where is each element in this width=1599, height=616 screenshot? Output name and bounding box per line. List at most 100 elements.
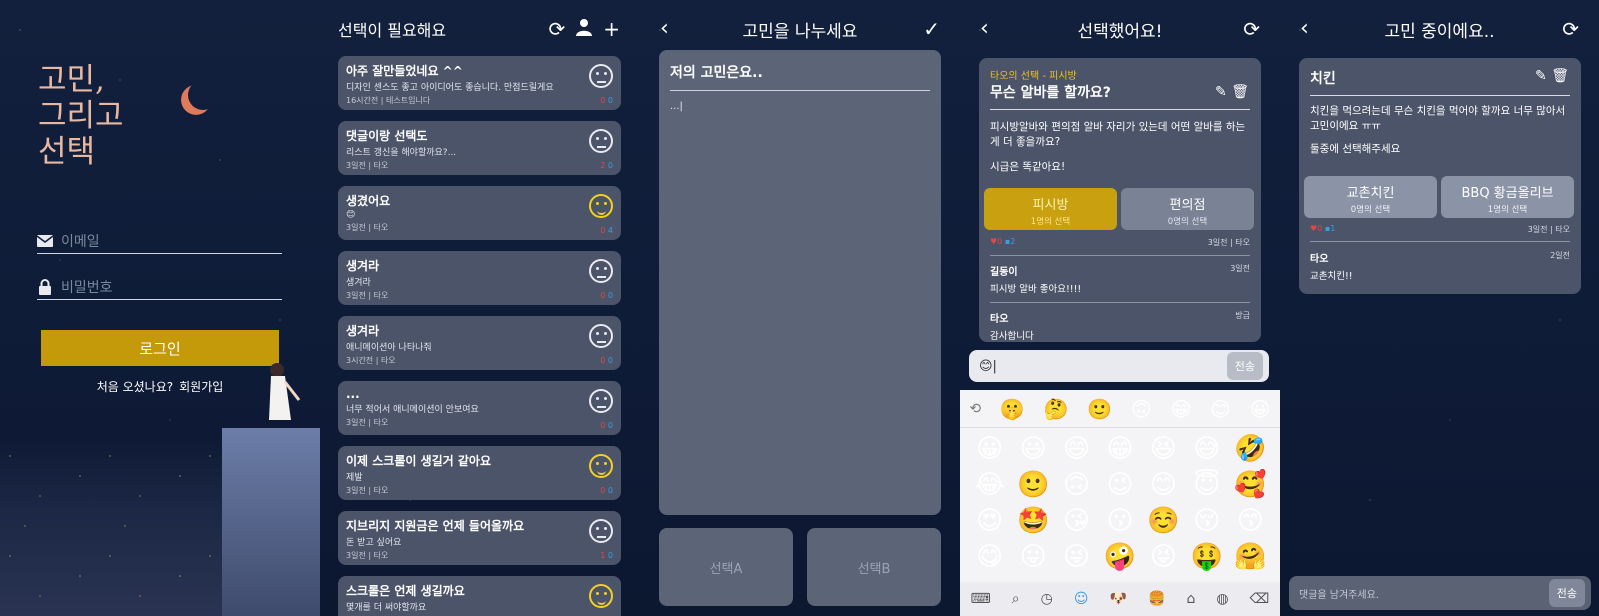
- emoji-key[interactable]: 😚: [1185, 506, 1228, 538]
- edit-icon[interactable]: ✎: [1215, 84, 1227, 100]
- option-b-button[interactable]: 편의점 0명의 선택: [1121, 188, 1254, 230]
- comment-placeholder[interactable]: 댓글을 남겨주세요.: [1299, 586, 1549, 601]
- list-item[interactable]: 생겼어요 😊 3일전 | 타오 0 4: [338, 186, 621, 240]
- comment-input-value[interactable]: 😊|: [979, 359, 1227, 374]
- confirm-icon[interactable]: ✓: [923, 18, 940, 40]
- dislike-count: 1: [600, 551, 606, 560]
- post-body-line: 둘중에 선택해주세요: [1310, 143, 1401, 155]
- item-meta: 3일전 | 타오: [346, 486, 389, 495]
- emoji-key[interactable]: 😀: [1250, 397, 1271, 421]
- send-button[interactable]: 전송: [1548, 579, 1585, 607]
- item-snippet: 생겨라: [346, 278, 371, 288]
- animal-category-icon[interactable]: 🐶: [1110, 591, 1127, 607]
- refresh-icon[interactable]: ⟳: [548, 18, 565, 40]
- dislike-count[interactable]: ♥0: [990, 237, 1002, 246]
- back-icon[interactable]: ‹: [660, 18, 669, 40]
- smiley-category-icon[interactable]: ☺: [1074, 591, 1089, 607]
- like-count[interactable]: ▪1: [1325, 224, 1336, 233]
- add-icon[interactable]: +: [603, 18, 620, 40]
- food-category-icon[interactable]: 🍔: [1148, 591, 1165, 607]
- choice-a-input[interactable]: 선택A: [659, 528, 793, 606]
- emoji-key[interactable]: 🙃: [1131, 397, 1152, 421]
- emoji-key[interactable]: 😂: [968, 470, 1011, 502]
- recent-icon[interactable]: ◷: [1041, 591, 1053, 607]
- choice-b-input[interactable]: 선택B: [807, 528, 941, 606]
- emoji-key[interactable]: 😘: [1055, 506, 1098, 538]
- post-editor[interactable]: 저의 고민은요.. ...|: [659, 50, 941, 515]
- post-body: 치킨을 먹으려는데 무슨 치킨을 먹어야 할까요 너무 많아서 고민이에요 ㅠㅠ…: [1310, 104, 1570, 157]
- list-item[interactable]: 이제 스크롤이 생길거 같아요 제발 3일전 | 타오 0 0: [338, 446, 621, 500]
- list-item[interactable]: 생겨라 애니메이션아 나타나줘 3시간전 | 타오 0 0: [338, 316, 621, 370]
- title-input[interactable]: 저의 고민은요..: [670, 62, 930, 91]
- delete-icon[interactable]: 🗑: [1231, 84, 1249, 100]
- edit-icon[interactable]: ✎: [1535, 68, 1547, 84]
- like-count[interactable]: ▪2: [1005, 237, 1016, 246]
- list-item[interactable]: 생겨라 생겨라 3일전 | 타오 0 0: [338, 251, 621, 305]
- home-category-icon[interactable]: ⌂: [1186, 591, 1195, 607]
- search-icon[interactable]: ⌕: [1012, 591, 1020, 607]
- password-field[interactable]: 비밀번호: [37, 274, 282, 300]
- emoji-key[interactable]: 😙: [1229, 506, 1272, 538]
- list-item[interactable]: 아주 잘만들었네요 ^^ 디자인 센스도 좋고 아이디어도 좋습니다. 만점드릴게…: [338, 56, 621, 110]
- login-button[interactable]: 로그인: [41, 330, 279, 366]
- emoji-key[interactable]: 🤔: [1044, 397, 1069, 421]
- email-field[interactable]: 이메일: [37, 228, 282, 254]
- emoji-key[interactable]: 🙃: [1055, 470, 1098, 502]
- list-item[interactable]: 지브리지 지원금은 언제 들어올까요 돈 받고 싶어요 3일전 | 타오 1 0: [338, 511, 621, 565]
- emoji-key[interactable]: 😅: [1185, 434, 1228, 466]
- option-a-button[interactable]: 교촌치킨 0명의 선택: [1304, 176, 1437, 218]
- refresh-icon[interactable]: ⟳: [1243, 18, 1260, 40]
- emoji-key[interactable]: ☺️: [1142, 506, 1185, 538]
- emoji-key[interactable]: 🤗: [1229, 542, 1272, 574]
- emoji-key[interactable]: 🙂: [1087, 397, 1112, 421]
- content-input[interactable]: ...|: [670, 101, 930, 112]
- signup-link[interactable]: 회원가입: [179, 380, 223, 394]
- emoji-key[interactable]: 😃: [1011, 434, 1054, 466]
- emoji-key[interactable]: 😝: [1142, 542, 1185, 574]
- comment-input[interactable]: 댓글을 남겨주세요. 전송: [1289, 576, 1591, 610]
- emoji-key[interactable]: 🤫: [1000, 397, 1025, 421]
- send-button[interactable]: 전송: [1226, 352, 1263, 380]
- back-icon[interactable]: ‹: [1300, 18, 1309, 40]
- emoji-key[interactable]: 😋: [968, 542, 1011, 574]
- like-count: 0: [607, 356, 613, 365]
- emoji-key[interactable]: 🤣: [1229, 434, 1272, 466]
- list-item[interactable]: 댓글이랑 선택도 리스트 갱신을 해야할까요?... 3일전 | 타오 2 0: [338, 121, 621, 175]
- emoji-key[interactable]: 😉: [1098, 470, 1141, 502]
- emoji-key[interactable]: 😊: [1210, 397, 1231, 421]
- delete-icon[interactable]: 🗑: [1551, 68, 1569, 84]
- backspace-icon[interactable]: ⌫: [1250, 591, 1270, 607]
- emoji-key[interactable]: 🙂: [1011, 470, 1054, 502]
- emoji-key[interactable]: 😜: [1055, 542, 1098, 574]
- emoji-key[interactable]: 😆: [1142, 434, 1185, 466]
- emoji-key[interactable]: 🤑: [1185, 542, 1228, 574]
- item-meta: 3일전 | 타오: [346, 223, 389, 232]
- option-b-button[interactable]: BBQ 황금올리브 1명의 선택: [1441, 176, 1574, 218]
- emoji-key[interactable]: 😛: [1011, 542, 1054, 574]
- emoji-key[interactable]: 😊: [1142, 470, 1185, 502]
- emoji-key[interactable]: 😍: [968, 506, 1011, 538]
- refresh-icon[interactable]: ⟳: [1562, 18, 1579, 40]
- emoji-key[interactable]: 🥰: [1229, 470, 1272, 502]
- emoji-key[interactable]: 😇: [1185, 470, 1228, 502]
- emoji-key[interactable]: 😁: [1098, 434, 1141, 466]
- reaction-counts: 2 0: [600, 161, 613, 170]
- list-item[interactable]: 스크롤은 언제 생길까요 몇개를 더 써야할까요: [338, 576, 621, 616]
- keyboard-icon[interactable]: ⌨: [971, 591, 991, 607]
- profile-icon[interactable]: [575, 18, 593, 40]
- emoji-switch-icon[interactable]: ⟲: [969, 401, 981, 417]
- list-item[interactable]: ... 너무 적어서 애니메이션이 안보여요 3일전 | 타오 0 0: [338, 381, 621, 435]
- comment-text: 피시방 알바 좋아요!!!!: [990, 284, 1082, 295]
- emoji-key[interactable]: 😄: [1055, 434, 1098, 466]
- comment-input[interactable]: 😊| 전송: [969, 350, 1269, 382]
- emoji-key[interactable]: 😗: [1098, 506, 1141, 538]
- sport-category-icon[interactable]: ◍: [1216, 591, 1228, 607]
- option-a-button[interactable]: 피시방 1명의 선택: [984, 188, 1117, 230]
- dislike-count[interactable]: ♥0: [1310, 224, 1322, 233]
- option-count: 1명의 선택: [1487, 205, 1528, 215]
- emoji-key[interactable]: 😁: [1170, 397, 1191, 421]
- emoji-key[interactable]: 😀: [968, 434, 1011, 466]
- emoji-key[interactable]: 🤩: [1011, 506, 1054, 538]
- emoji-key[interactable]: 🤪: [1098, 542, 1141, 574]
- back-icon[interactable]: ‹: [980, 18, 989, 40]
